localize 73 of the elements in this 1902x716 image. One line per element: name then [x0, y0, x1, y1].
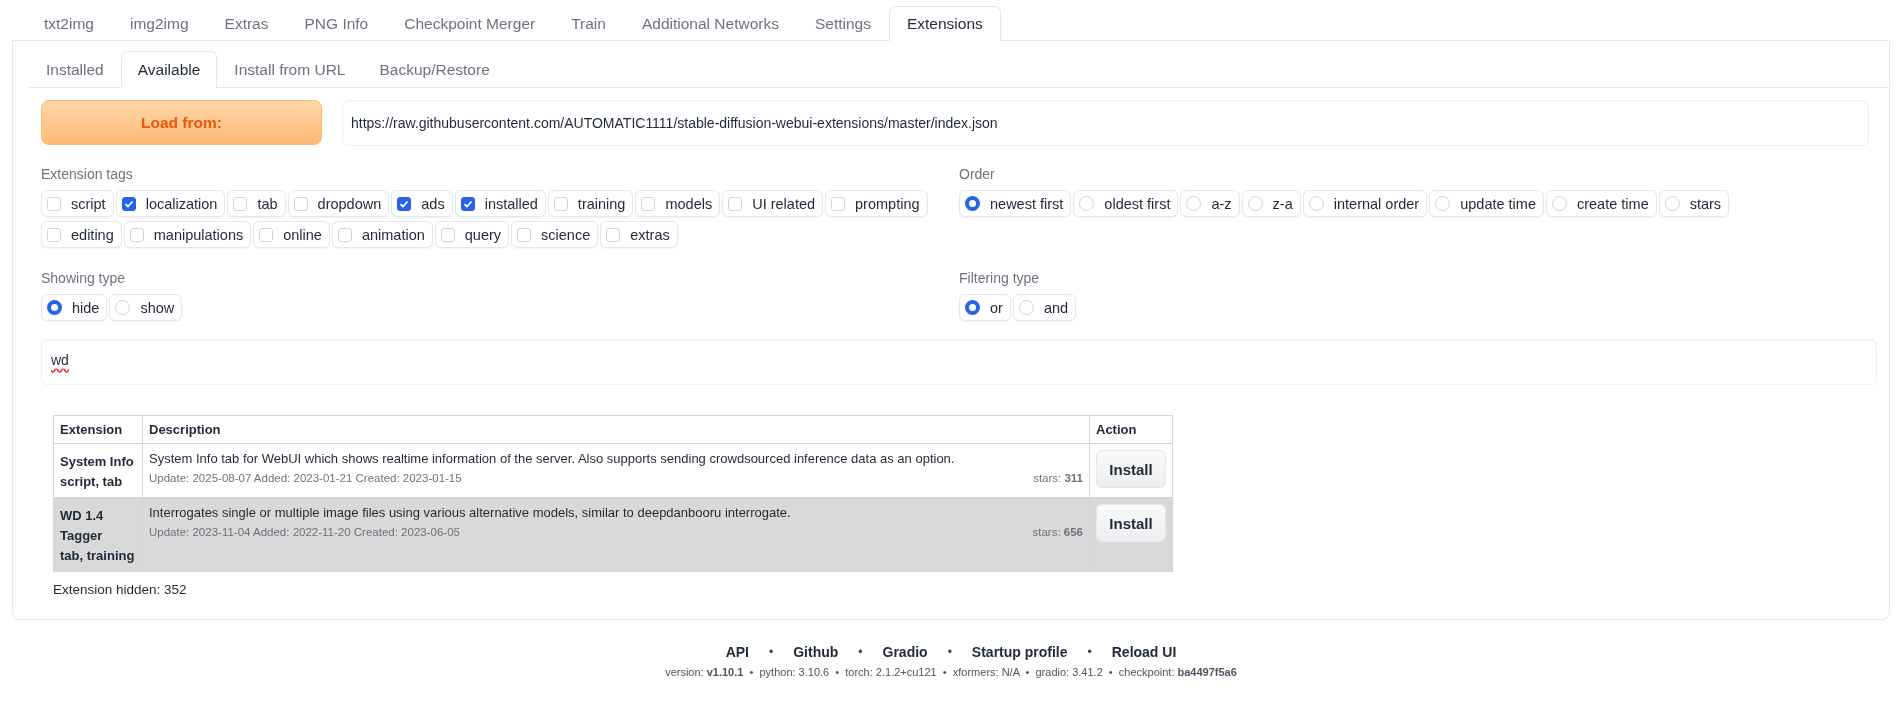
footer-link[interactable]: API [725, 644, 749, 660]
checkbox[interactable]: online [253, 221, 330, 248]
tab[interactable]: txt2img [26, 6, 112, 41]
install-button[interactable]: Install [1096, 504, 1166, 542]
checkbox[interactable]: dropdown [287, 190, 390, 217]
radio-button[interactable]: and [1012, 294, 1077, 321]
extension-name: System Info [60, 454, 134, 469]
tab[interactable]: Extras [206, 6, 287, 41]
extension-tags: tab, training [60, 548, 135, 563]
tab[interactable]: Additional Networks [623, 6, 797, 41]
separator-dot: • [947, 645, 952, 659]
radio-button[interactable]: oldest first [1073, 190, 1179, 217]
checkbox[interactable]: editing [41, 221, 122, 248]
tab[interactable]: Installed [29, 51, 121, 88]
separator-dot: • [1087, 645, 1092, 659]
checkbox[interactable]: ads [391, 190, 453, 217]
dates-text: Update: 2025-08-07 Added: 2023-01-21 Created: 2023-01-15 [149, 472, 462, 484]
checkbox[interactable]: script [41, 190, 114, 217]
radio-button[interactable]: a-z [1180, 190, 1240, 217]
radio-button[interactable]: update time [1429, 190, 1544, 217]
dates-text: Update: 2023-11-04 Added: 2022-11-20 Created: 2023-06-05 [149, 526, 460, 538]
checkbox[interactable]: extras [600, 221, 678, 248]
checkbox[interactable]: models [635, 190, 721, 217]
install-button[interactable]: Install [1096, 450, 1166, 488]
radio-button[interactable]: hide [41, 294, 108, 321]
tab[interactable]: Extensions [888, 6, 1001, 41]
radio-button[interactable]: create time [1545, 190, 1657, 217]
section-label: Showing type [41, 270, 126, 286]
footer-link[interactable]: Startup profile [971, 644, 1068, 660]
column-header: Action [1089, 415, 1173, 444]
footer-link[interactable]: Reload UI [1111, 644, 1177, 660]
hidden-count: Extension hidden: 352 [53, 582, 188, 597]
version-info: version: v1.10.1 • python: 3.10.6 • torch: 2.1.2+cu121 • xformers: N/A • gradio: 3.41.2 • checkpoint: ba4497f5a6 [665, 666, 1237, 678]
radio-button[interactable]: internal order [1302, 190, 1428, 217]
column-header: Description [142, 415, 1090, 444]
tab[interactable]: Backup/Restore [362, 51, 507, 88]
search-field[interactable]: wd [41, 339, 1877, 385]
stars-text: stars: 656 [1032, 526, 1083, 538]
radio-button[interactable]: show [109, 294, 183, 321]
url-field[interactable]: https://raw.githubusercontent.com/AUTOMATIC1111/stable-diffusion-webui-extensions/master/index.json [342, 100, 1869, 146]
description-text: System Info tab for WebUI which shows realtime information of the server. Also supports sending crowdsourced inference data as an option. [149, 451, 956, 466]
section-label: Filtering type [959, 270, 1040, 286]
tab[interactable]: Settings [796, 6, 889, 41]
tab[interactable]: Checkpoint Merger [386, 6, 554, 41]
description-text: Interrogates single or multiple image files using various alternative models, similar to deepdanbooru interrogate. [149, 505, 792, 520]
checkbox[interactable]: manipulations [123, 221, 252, 248]
checkbox[interactable]: prompting [825, 190, 928, 217]
column-header: Extension [53, 415, 143, 444]
separator-dot: • [858, 645, 863, 659]
radio-button[interactable]: or [959, 294, 1011, 321]
separator-dot: • [769, 645, 774, 659]
checkbox[interactable]: training [547, 190, 634, 217]
tab[interactable]: img2img [111, 6, 207, 41]
radio-button[interactable]: newest first [959, 190, 1072, 217]
checkbox[interactable]: UI related [722, 190, 824, 217]
footer-link[interactable]: Github [793, 644, 839, 660]
checkbox[interactable]: query [434, 221, 510, 248]
tab[interactable]: Available [120, 51, 218, 88]
tab[interactable]: PNG Info [286, 6, 387, 41]
radio-button[interactable]: stars [1658, 190, 1730, 217]
extension-tags: script, tab [60, 474, 123, 489]
stars-text: stars: 311 [1033, 472, 1083, 484]
radio-button[interactable]: z-a [1241, 190, 1301, 217]
section-label: Extension tags [41, 166, 133, 182]
tab[interactable]: Train [553, 6, 624, 41]
checkbox[interactable]: science [511, 221, 599, 248]
checkbox[interactable]: installed [454, 190, 546, 217]
checkbox[interactable]: tab [227, 190, 286, 217]
section-label: Order [959, 166, 995, 182]
checkbox[interactable]: localization [115, 190, 226, 217]
footer-link[interactable]: Gradio [882, 644, 928, 660]
tab[interactable]: Install from URL [217, 51, 363, 88]
checkbox[interactable]: animation [331, 221, 433, 248]
